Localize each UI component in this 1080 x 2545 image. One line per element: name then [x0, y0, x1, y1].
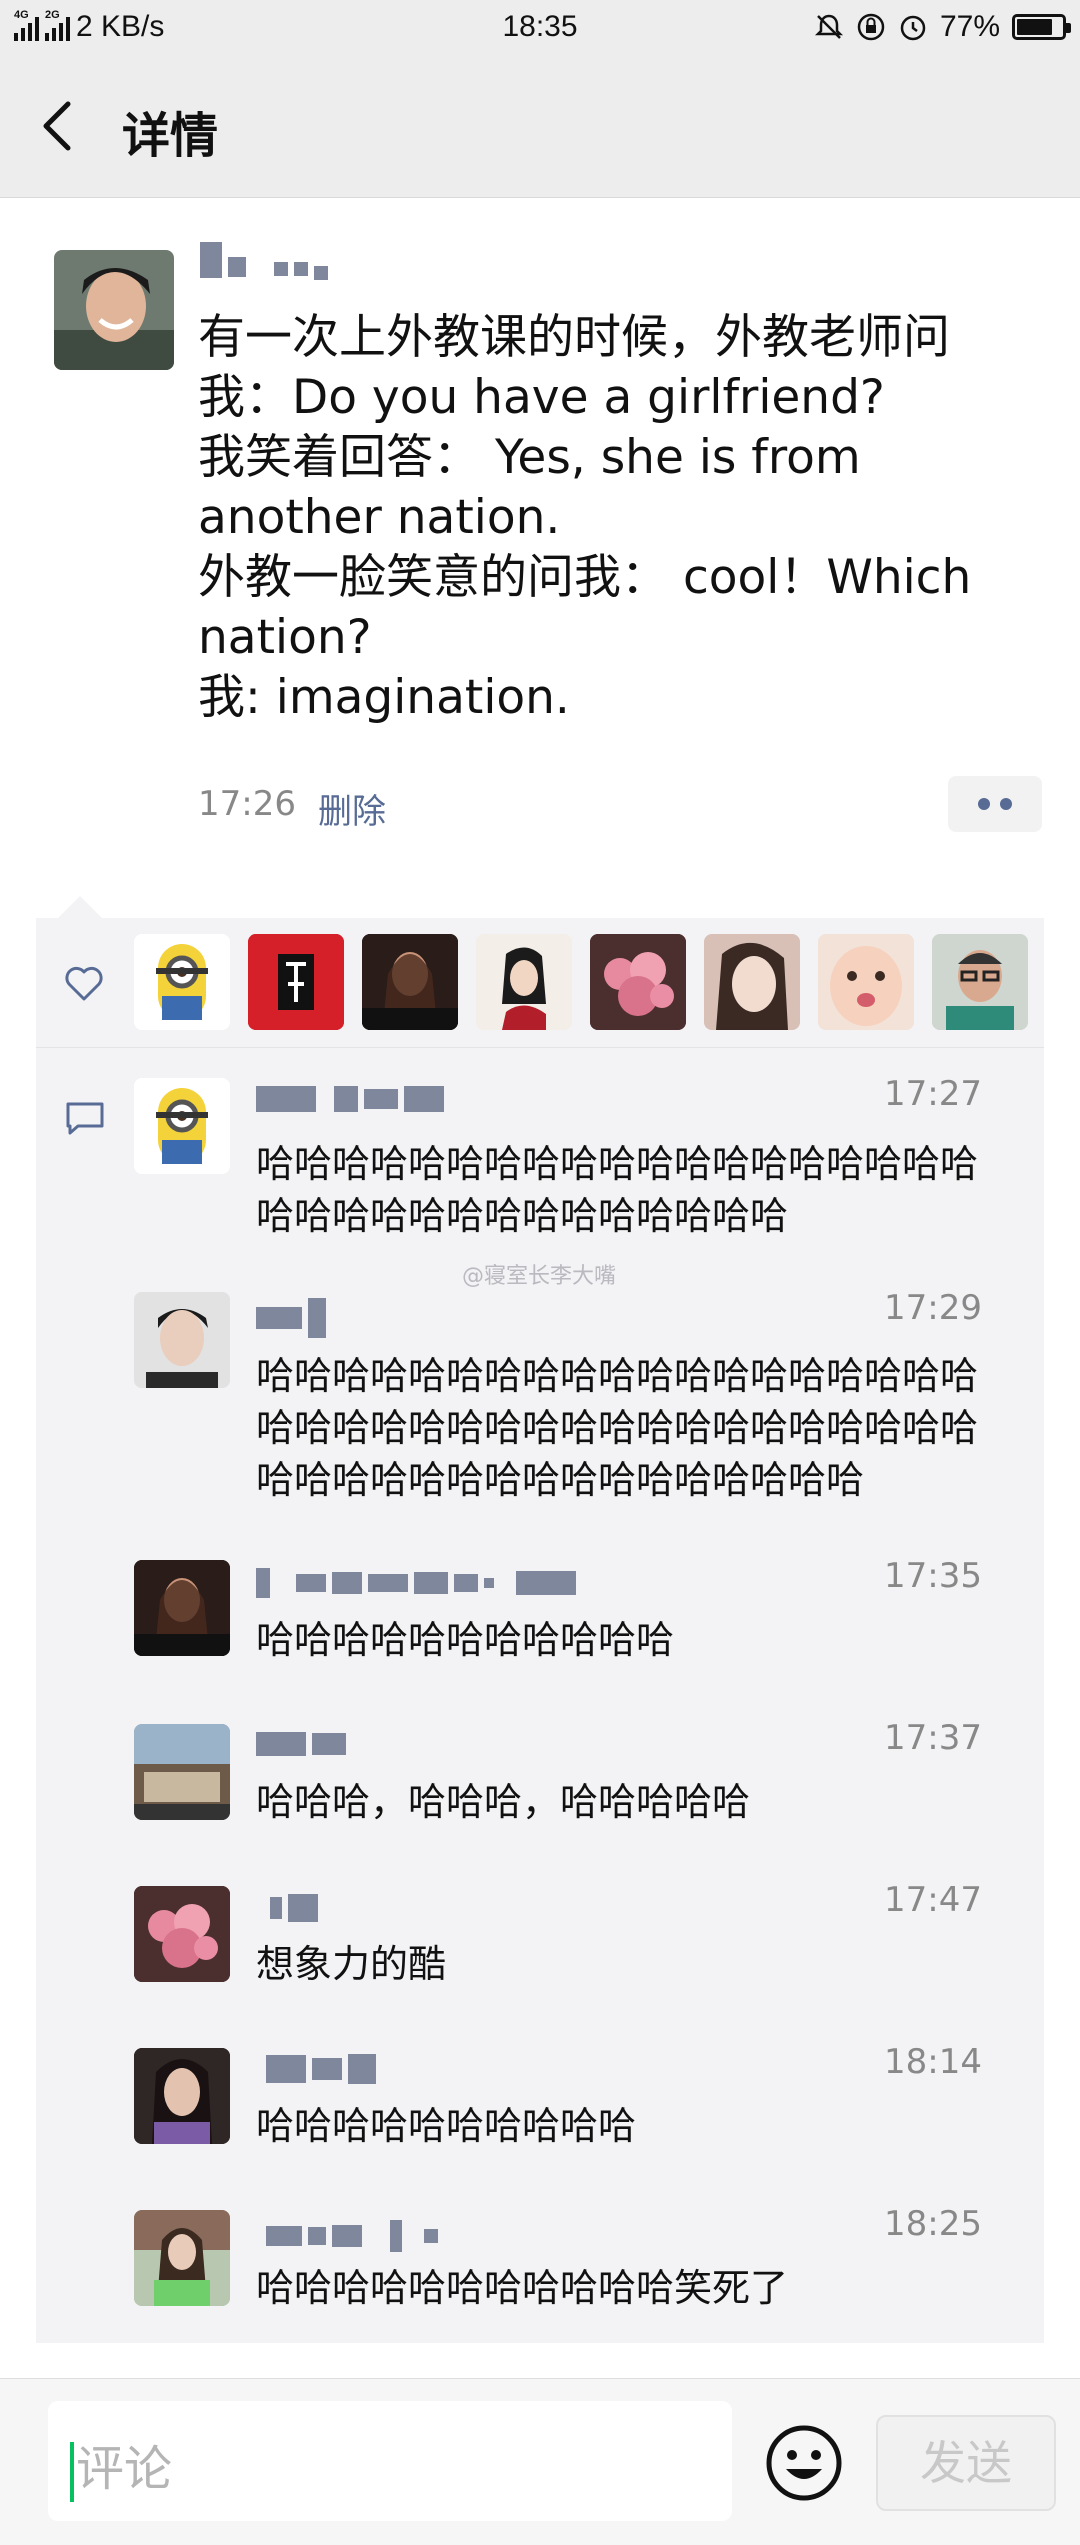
like-avatar-girl[interactable] [704, 934, 800, 1030]
comment-time: 18:14 [884, 2042, 982, 2082]
comment-input-bar: 评论 发送 [0, 2378, 1080, 2545]
comment-time: 17:29 [884, 1288, 982, 1328]
like-avatar-minion[interactable] [134, 934, 230, 1030]
commenter-name[interactable] [256, 2220, 438, 2252]
likes-row [36, 918, 1044, 1048]
comment-time: 17:35 [884, 1556, 982, 1596]
battery-icon [1012, 14, 1071, 40]
comment-time: 17:37 [884, 1718, 982, 1758]
comment-item: 17:27 哈哈哈哈哈哈哈哈哈哈哈哈哈哈哈哈哈哈哈哈哈哈哈哈哈哈哈哈哈哈哈哈哈 [36, 1072, 1044, 1242]
page-title: 详情 [122, 108, 219, 164]
send-button[interactable]: 发送 [876, 2415, 1056, 2511]
commenter-avatar[interactable] [134, 1886, 230, 1982]
commenter-avatar[interactable] [134, 1560, 230, 1656]
delete-button[interactable]: 删除 [318, 784, 386, 833]
comment-time: 18:25 [884, 2204, 982, 2244]
nav-bar: 详情 [0, 56, 1080, 198]
commenter-name[interactable] [256, 1568, 576, 1598]
like-avatar-flowers[interactable] [590, 934, 686, 1030]
commenter-avatar[interactable] [134, 1724, 230, 1820]
text-cursor [70, 2442, 74, 2502]
comment-time: 17:27 [884, 1074, 982, 1114]
commenter-avatar[interactable] [134, 1078, 230, 1174]
post-author-name[interactable] [200, 240, 328, 280]
comment-item: 17:29 哈哈哈哈哈哈哈哈哈哈哈哈哈哈哈哈哈哈哈哈哈哈哈哈哈哈哈哈哈哈哈哈哈哈… [36, 1288, 1044, 1508]
more-options-button[interactable] [948, 776, 1042, 832]
commenter-avatar[interactable] [134, 2210, 230, 2306]
commenter-name[interactable] [256, 1732, 346, 1756]
commenter-name[interactable] [256, 2054, 376, 2084]
comment-item: 18:14 哈哈哈哈哈哈哈哈哈哈 [36, 2042, 1044, 2162]
like-avatar-drawing[interactable] [476, 934, 572, 1030]
commenter-name[interactable] [256, 1086, 444, 1112]
comment-time: 17:47 [884, 1880, 982, 1920]
comment-text: 哈哈哈哈哈哈哈哈哈哈哈哈哈哈哈哈哈哈哈哈哈哈哈哈哈哈哈哈哈哈哈哈哈 [256, 1142, 979, 1238]
alarm-icon [900, 15, 926, 41]
comment-item: 17:47 想象力的酷 [36, 1880, 1044, 2000]
comment-item: 18:25 哈哈哈哈哈哈哈哈哈哈哈笑死了 [36, 2204, 1044, 2324]
comment-text: 哈哈哈哈哈哈哈哈哈哈哈哈哈哈哈哈哈哈哈哈哈哈哈哈哈哈哈哈哈哈哈哈哈哈哈哈哈哈哈哈… [256, 1354, 979, 1502]
comment-text: 哈哈哈哈哈哈哈哈哈哈哈笑死了 [256, 2266, 789, 2310]
like-avatar-man-glasses[interactable] [932, 934, 1028, 1030]
post-text: 有一次上外教课的时候，外教老师问 我：Do you have a girlfri… [198, 310, 972, 725]
comment-text: 想象力的酷 [256, 1942, 447, 1986]
lock-rotation-icon [857, 13, 885, 41]
comment-text: 哈哈哈，哈哈哈，哈哈哈哈哈 [256, 1780, 751, 1824]
comment-input[interactable]: 评论 [48, 2401, 732, 2521]
comment-text: 哈哈哈哈哈哈哈哈哈哈 [256, 2104, 637, 2148]
watermark: @寝室长李大嘴 [462, 1264, 617, 1289]
battery-percent: 77% [939, 10, 1000, 43]
heart-icon [65, 966, 103, 1001]
status-bar: 4G 2G 2 KB/s 18:35 77% [0, 0, 1080, 56]
smiley-icon[interactable] [764, 2423, 844, 2503]
like-avatar-baby[interactable] [818, 934, 914, 1030]
post-author-avatar[interactable] [54, 250, 174, 370]
comment-item: 17:35 哈哈哈哈哈哈哈哈哈哈哈 [36, 1556, 1044, 1676]
like-avatar-red[interactable] [248, 934, 344, 1030]
commenter-name[interactable] [256, 1894, 318, 1922]
post-time: 17:26 [198, 784, 296, 824]
comment-input-placeholder: 评论 [76, 2441, 173, 2497]
comment-text: 哈哈哈哈哈哈哈哈哈哈哈 [256, 1618, 675, 1662]
comment-item: 17:37 哈哈哈，哈哈哈，哈哈哈哈哈 [36, 1718, 1044, 1838]
like-avatar-woman-dark[interactable] [362, 934, 458, 1030]
commenter-name[interactable] [256, 1298, 326, 1338]
commenter-avatar[interactable] [134, 2048, 230, 2144]
commenter-avatar[interactable] [134, 1292, 230, 1388]
panel-pointer [58, 896, 102, 918]
bell-muted-icon [814, 14, 843, 39]
chevron-left-icon[interactable] [30, 96, 90, 156]
